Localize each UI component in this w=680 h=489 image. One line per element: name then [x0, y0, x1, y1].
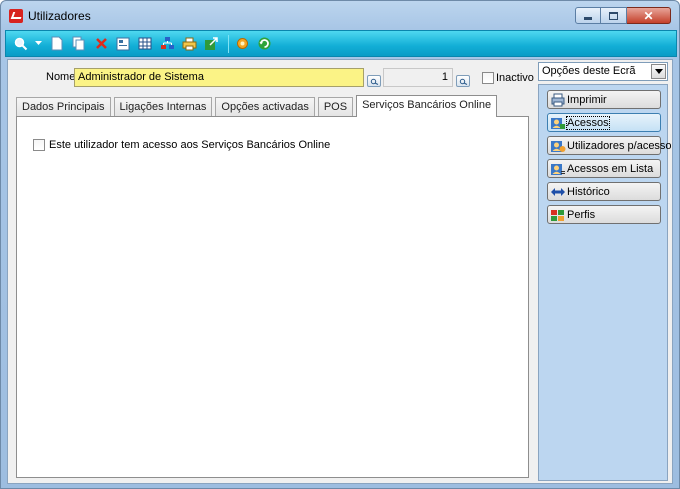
app-logo-icon — [9, 9, 23, 23]
online-banking-label: Este utilizador tem acesso aos Serviços … — [49, 139, 331, 151]
online-banking-row: Este utilizador tem acesso aos Serviços … — [33, 139, 330, 151]
tab-servicos-bancarios-online[interactable]: Serviços Bancários Online — [356, 95, 498, 117]
maximize-button[interactable] — [601, 7, 627, 24]
properties-icon[interactable] — [114, 35, 132, 53]
lookup-icon — [370, 78, 378, 85]
history-icon — [551, 187, 565, 196]
copy-document-icon[interactable] — [70, 35, 88, 53]
delete-icon[interactable] — [92, 35, 110, 53]
lookup-icon — [459, 78, 467, 85]
access-list-button[interactable]: Acessos em Lista — [547, 159, 661, 178]
users-access-label: Utilizadores p/acesso — [567, 139, 672, 152]
profiles-icon — [551, 209, 564, 221]
dropdown-arrow-icon[interactable] — [34, 35, 42, 53]
content-area: Nome Administrador de Sistema 1 Inactivo… — [7, 59, 673, 484]
tab-panel: Este utilizador tem acesso aos Serviços … — [16, 116, 529, 478]
print-preview-icon[interactable] — [180, 35, 198, 53]
window-title: Utilizadores — [28, 9, 91, 23]
title-bar: Utilizadores ✕ — [1, 1, 679, 29]
profiles-label: Perfis — [567, 208, 596, 221]
tab-strip: Dados Principais Ligações Internas Opçõe… — [16, 95, 498, 117]
main-window: Utilizadores ✕ Nome Administrador de Sis… — [0, 0, 680, 489]
grid-icon[interactable] — [136, 35, 154, 53]
access-button[interactable]: Acessos — [547, 113, 661, 132]
history-label: Histórico — [567, 185, 610, 198]
access-list-icon — [551, 163, 565, 175]
tab-ligacoes-internas[interactable]: Ligações Internas — [113, 97, 213, 116]
printer-icon — [551, 93, 565, 106]
action-panel: Imprimir Acessos Utilizadores p/acesso A… — [538, 84, 672, 481]
inactive-label: Inactivo — [496, 72, 534, 84]
organization-icon[interactable] — [158, 35, 176, 53]
online-banking-checkbox[interactable] — [33, 139, 45, 151]
profiles-button[interactable]: Perfis — [547, 205, 661, 224]
screen-options-value: Opções deste Ecrã — [542, 65, 636, 77]
maximize-icon — [609, 11, 618, 20]
history-button[interactable]: Histórico — [547, 182, 661, 201]
access-icon — [551, 117, 565, 129]
settings-icon[interactable] — [233, 35, 251, 53]
print-label: Imprimir — [567, 93, 607, 106]
search-icon[interactable] — [12, 35, 30, 53]
print-button[interactable]: Imprimir — [547, 90, 661, 109]
minimize-button[interactable] — [575, 7, 601, 24]
toolbar-separator — [228, 34, 229, 53]
tab-dados-principais[interactable]: Dados Principais — [16, 97, 111, 116]
close-icon: ✕ — [643, 8, 654, 23]
access-label: Acessos — [566, 115, 610, 130]
user-id-field[interactable]: 1 — [383, 68, 453, 87]
tab-pos[interactable]: POS — [317, 97, 354, 116]
name-label: Nome — [46, 71, 76, 83]
new-document-icon[interactable] — [48, 35, 66, 53]
close-button[interactable]: ✕ — [627, 7, 671, 24]
name-field[interactable]: Administrador de Sistema — [74, 68, 364, 87]
users-access-button[interactable]: Utilizadores p/acesso — [547, 136, 672, 155]
name-lookup-button[interactable] — [367, 75, 381, 87]
screen-options-combo[interactable]: Opções deste Ecrã — [538, 62, 668, 81]
users-access-icon — [551, 140, 566, 152]
tab-opcoes-activadas[interactable]: Opções activadas — [215, 97, 315, 116]
minimize-icon — [584, 17, 592, 20]
refresh-icon[interactable] — [255, 35, 273, 53]
chevron-down-icon[interactable] — [651, 64, 666, 79]
id-lookup-button[interactable] — [456, 75, 470, 87]
inactive-checkbox[interactable] — [482, 72, 494, 84]
access-list-label: Acessos em Lista — [567, 162, 654, 175]
options-sidebar: Opções deste Ecrã Imprimir Acessos Utili… — [536, 60, 674, 483]
export-icon[interactable] — [202, 35, 220, 53]
toolbar — [5, 30, 677, 57]
window-controls: ✕ — [575, 7, 671, 24]
